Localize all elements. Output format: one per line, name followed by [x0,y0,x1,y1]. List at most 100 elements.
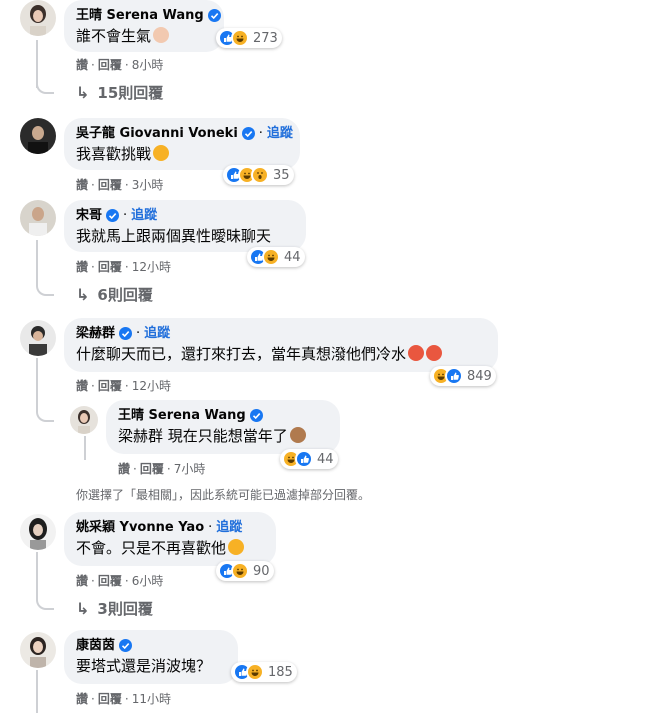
follow-button[interactable]: 追蹤 [216,519,242,536]
verified-icon [249,409,263,422]
reaction-summary[interactable]: 849 [430,366,496,386]
reply-arrow-icon: ↳ [76,285,90,304]
avatar[interactable] [20,0,56,36]
comment-time[interactable]: 11小時 [132,692,171,706]
haha-reaction-icon [231,562,249,580]
reaction-summary[interactable]: 185 [231,662,297,682]
reply-button[interactable]: 回覆 [98,574,122,588]
haha-reaction-icon [262,248,280,266]
comment-time[interactable]: 8小時 [132,58,164,72]
comment-text: 什麼聊天而已，還打來打去，當年真想潑他們冷水 [76,345,407,363]
avatar[interactable] [20,632,56,668]
reaction-summary[interactable]: 90 [216,561,274,581]
like-reaction-icon [445,367,463,385]
reply-button[interactable]: 回覆 [98,178,122,192]
comment-bubble: 康茵茵 要塔式還是消波塊？ [64,630,238,684]
view-replies-link[interactable]: ↳ 15則回覆 [76,82,163,103]
reply-button[interactable]: 回覆 [98,379,122,393]
reply-arrow-icon: ↳ [76,599,90,618]
comment-text: 誰不會生氣 [76,27,152,45]
comment-text: 不會。只是不再喜歡他 [76,539,227,557]
commenter-name[interactable]: 吳子龍 Giovanni Voneki [76,125,238,142]
like-button[interactable]: 讚 [76,692,88,706]
reaction-count: 849 [467,368,492,384]
avatar[interactable] [20,320,56,356]
reply-button[interactable]: 回覆 [98,692,122,706]
commenter-name[interactable]: 王晴 Serena Wang [76,7,204,24]
like-button[interactable]: 讚 [76,379,88,393]
commenter-name[interactable]: 康茵茵 [76,637,115,654]
comment-time[interactable]: 12小時 [132,260,171,274]
view-replies-link[interactable]: ↳ 3則回覆 [76,598,153,619]
filter-notice: 你選擇了「最相關」，因此系統可能已過濾掉部分回覆。 [76,488,371,502]
follow-button[interactable]: 追蹤 [144,325,170,342]
comment-bubble: 王晴 Serena Wang 誰不會生氣 [64,0,224,52]
comment-actions: 讚 · 回覆 · 8小時 [76,58,164,72]
commenter-name[interactable]: 梁赫群 [76,325,115,342]
comment-actions: 讚 · 回覆 · 12小時 [76,260,171,274]
thread-elbow [36,586,54,610]
comment-bubble: 宋哥 · 追蹤 我就馬上跟兩個異性曖昧聊天 [64,200,306,252]
comment-text: 現在只能想當年了 [167,427,288,445]
haha-reaction-icon [246,663,264,681]
reaction-count: 185 [268,664,293,680]
like-button[interactable]: 讚 [76,178,88,192]
like-button[interactable]: 讚 [76,58,88,72]
haha-reaction-icon [231,29,249,47]
like-button[interactable]: 讚 [76,260,88,274]
like-button[interactable]: 讚 [118,462,130,476]
verified-icon [106,209,120,222]
avatar[interactable] [70,406,98,434]
angry-emoji-icon [408,345,425,361]
reaction-count: 44 [284,249,301,265]
thread-line [84,436,86,460]
comment-actions: 讚 · 回覆 · 7小時 [118,462,206,476]
angry-emoji-icon [426,345,443,361]
avatar[interactable] [20,118,56,154]
comment-text: 我就馬上跟兩個異性曖昧聊天 [76,227,272,245]
comment-time[interactable]: 7小時 [174,462,206,476]
sunglasses-emoji-icon [153,145,170,161]
follow-button[interactable]: 追蹤 [267,125,293,142]
follow-button[interactable]: 追蹤 [131,207,157,224]
reaction-summary[interactable]: 44 [280,449,338,469]
reply-button[interactable]: 回覆 [140,462,164,476]
commenter-name[interactable]: 姚采穎 Yvonne Yao [76,519,204,536]
commenter-name[interactable]: 王晴 Serena Wang [118,407,246,424]
face-emoji-icon [153,27,170,43]
like-button[interactable]: 讚 [76,574,88,588]
comment-time[interactable]: 3小時 [132,178,164,192]
reaction-summary[interactable]: 44 [247,247,305,267]
commenter-name[interactable]: 宋哥 [76,207,102,224]
thread-elbow [36,70,54,94]
comment-actions: 讚 · 回覆 · 12小時 [76,379,171,393]
verified-icon [119,639,133,652]
avatar[interactable] [20,514,56,550]
mention-link[interactable]: 梁赫群 [118,427,163,445]
replies-count: 15則回覆 [97,84,164,102]
reply-button[interactable]: 回覆 [98,58,122,72]
reaction-count: 273 [253,30,278,46]
reply-arrow-icon: ↳ [76,83,90,102]
reaction-summary[interactable]: 273 [216,28,282,48]
reaction-count: 90 [253,563,270,579]
comment-bubble: 梁赫群 · 追蹤 什麼聊天而已，還打來打去，當年真想潑他們冷水 [64,318,498,372]
reply-button[interactable]: 回覆 [98,260,122,274]
reaction-summary[interactable]: 35 [223,165,294,185]
avatar[interactable] [20,200,56,236]
wow-reaction-icon [251,166,269,184]
thread-elbow [36,272,54,296]
comment-actions: 讚 · 回覆 · 6小時 [76,574,164,588]
comment-bubble: 王晴 Serena Wang 梁赫群 現在只能想當年了 [106,400,340,454]
comment-time[interactable]: 6小時 [132,574,164,588]
comment-actions: 讚 · 回覆 · 11小時 [76,692,171,706]
verified-icon [207,9,221,22]
reaction-count: 35 [273,167,290,183]
replies-count: 6則回覆 [97,286,153,304]
comment-bubble: 姚采穎 Yvonne Yao · 追蹤 不會。只是不再喜歡他 [64,512,276,566]
replies-count: 3則回覆 [97,600,153,618]
view-replies-link[interactable]: ↳ 6則回覆 [76,284,153,305]
comment-time[interactable]: 12小時 [132,379,171,393]
verified-icon [241,127,255,140]
comment-text: 要塔式還是消波塊？ [76,657,212,675]
